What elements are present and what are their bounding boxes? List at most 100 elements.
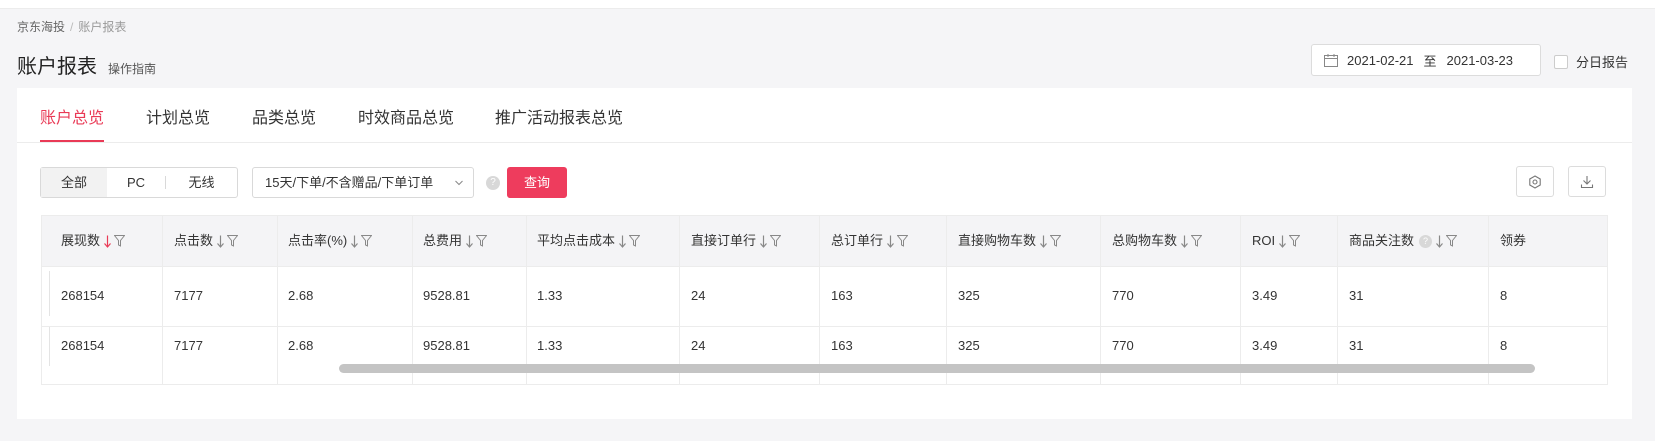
sort-arrow-icon[interactable] <box>1279 235 1287 248</box>
breadcrumb-current: 账户报表 <box>78 20 127 34</box>
column-header-label: 总购物车数 <box>1112 233 1178 248</box>
column-header[interactable]: 总订单行 <box>831 216 958 266</box>
table-cell: 8 <box>1500 288 1508 303</box>
query-button[interactable]: 查询 <box>507 167 567 198</box>
daily-report-checkbox[interactable] <box>1554 54 1568 69</box>
gear-icon <box>1529 174 1541 189</box>
row-left-border <box>49 326 50 366</box>
help-icon[interactable]: ? <box>486 176 500 190</box>
table-cell: 2.68 <box>288 338 314 353</box>
filter-icon[interactable] <box>1050 235 1062 247</box>
guide-link[interactable]: 操作指南 <box>108 60 156 77</box>
tab-promotion-report-overview[interactable]: 推广活动报表总览 <box>495 104 623 128</box>
column-header[interactable]: 直接购物车数 <box>958 216 1112 266</box>
column-header-label: 展现数 <box>61 233 101 248</box>
column-header-label: 直接订单行 <box>691 233 757 248</box>
table-cell: 3.49 <box>1252 288 1278 303</box>
calendar-icon <box>1324 53 1338 67</box>
tab-bar: 账户总览 计划总览 品类总览 时效商品总览 推广活动报表总览 <box>17 88 1632 143</box>
column-header[interactable]: ROI <box>1252 216 1349 266</box>
filter-icon[interactable] <box>1289 235 1301 247</box>
top-strip <box>0 0 1655 9</box>
daily-report-toggle[interactable]: 分日报告 <box>1554 52 1628 71</box>
device-option-pc[interactable]: PC <box>107 168 165 197</box>
column-separator <box>526 216 527 384</box>
column-header[interactable]: 直接订单行 <box>691 216 831 266</box>
filter-icon[interactable] <box>770 235 782 247</box>
column-header-label: 直接购物车数 <box>958 233 1037 248</box>
device-option-wireless[interactable]: 无线 <box>166 168 237 197</box>
table-cell: 8 <box>1500 338 1508 353</box>
report-card: 账户总览 计划总览 品类总览 时效商品总览 推广活动报表总览 全部 PC 无线 … <box>17 88 1632 419</box>
column-separator <box>412 216 413 384</box>
table-cell: 31 <box>1349 288 1364 303</box>
table-cell: 325 <box>958 288 980 303</box>
column-header-label: 商品关注数 <box>1349 233 1415 248</box>
daily-report-label: 分日报告 <box>1576 55 1629 70</box>
filter-icon[interactable] <box>1446 235 1458 247</box>
sort-arrow-icon[interactable] <box>887 235 894 248</box>
filter-icon[interactable] <box>227 235 239 247</box>
filter-icon[interactable] <box>1191 235 1203 247</box>
column-header-label: ROI <box>1252 233 1276 248</box>
table-cell: 3.49 <box>1252 338 1278 353</box>
attribution-select-value: 15天/下单/不含赠品/下单订单 <box>265 175 434 190</box>
help-icon[interactable]: ? <box>1419 234 1433 248</box>
horizontal-scrollbar[interactable] <box>339 364 1535 373</box>
sort-arrow-icon[interactable] <box>1040 235 1047 248</box>
sort-arrow-icon[interactable] <box>1436 235 1443 248</box>
table-cell: 770 <box>1112 338 1134 353</box>
sort-arrow-icon[interactable] <box>760 235 767 248</box>
row-left-border <box>49 271 50 316</box>
breadcrumb-root[interactable]: 京东海投 <box>17 20 65 34</box>
column-separator <box>1488 216 1489 384</box>
column-header-label: 领券 <box>1500 233 1527 248</box>
device-option-all[interactable]: 全部 <box>41 168 107 197</box>
column-header-label: 点击率(%) <box>288 233 348 248</box>
tab-plan-overview[interactable]: 计划总览 <box>146 104 210 128</box>
table-cell: 7177 <box>174 338 203 353</box>
tab-category-overview[interactable]: 品类总览 <box>252 104 316 128</box>
column-header[interactable]: 点击率(%) <box>288 216 423 266</box>
table-cell: 1.33 <box>537 288 563 303</box>
filter-icon[interactable] <box>114 235 126 247</box>
sort-arrow-icon[interactable] <box>104 235 111 248</box>
column-separator <box>162 216 163 384</box>
table-cell: 7177 <box>174 288 203 303</box>
sort-arrow-icon[interactable] <box>466 235 473 248</box>
column-header[interactable]: 领券 <box>1500 216 1560 266</box>
table-cell: 268154 <box>61 288 105 303</box>
table-cell: 163 <box>831 338 853 353</box>
date-range-picker[interactable]: 2021-02-21 至 2021-03-23 <box>1311 44 1541 76</box>
table-cell: 24 <box>691 338 706 353</box>
column-header[interactable]: 商品关注数? <box>1349 216 1500 266</box>
date-start[interactable]: 2021-02-21 <box>1347 53 1414 68</box>
settings-button[interactable] <box>1516 166 1554 197</box>
column-separator <box>277 216 278 384</box>
column-header[interactable]: 总购物车数 <box>1112 216 1252 266</box>
tab-account-overview[interactable]: 账户总览 <box>40 104 104 128</box>
column-header[interactable]: 总费用 <box>423 216 537 266</box>
filter-icon[interactable] <box>897 235 909 247</box>
breadcrumb-separator: / <box>70 20 74 34</box>
tab-timely-product-overview[interactable]: 时效商品总览 <box>358 104 454 128</box>
column-header[interactable]: 展现数 <box>61 216 174 266</box>
filter-icon[interactable] <box>476 235 488 247</box>
column-separator <box>946 216 947 384</box>
download-button[interactable] <box>1568 166 1606 197</box>
filter-icon[interactable] <box>361 235 373 247</box>
column-header-label: 点击数 <box>174 233 214 248</box>
sort-arrow-icon[interactable] <box>351 235 359 248</box>
column-header[interactable]: 点击数 <box>174 216 288 266</box>
table-cell: 163 <box>831 288 853 303</box>
date-end[interactable]: 2021-03-23 <box>1447 53 1514 68</box>
attribution-select[interactable]: 15天/下单/不含赠品/下单订单 <box>252 167 474 198</box>
filter-icon[interactable] <box>629 235 641 247</box>
table-cell: 1.33 <box>537 338 563 353</box>
table-cell: 31 <box>1349 338 1364 353</box>
sort-arrow-icon[interactable] <box>1181 235 1188 248</box>
sort-arrow-icon[interactable] <box>217 235 224 248</box>
sort-arrow-icon[interactable] <box>619 235 626 248</box>
column-header[interactable]: 平均点击成本 <box>537 216 691 266</box>
download-icon <box>1580 175 1594 188</box>
